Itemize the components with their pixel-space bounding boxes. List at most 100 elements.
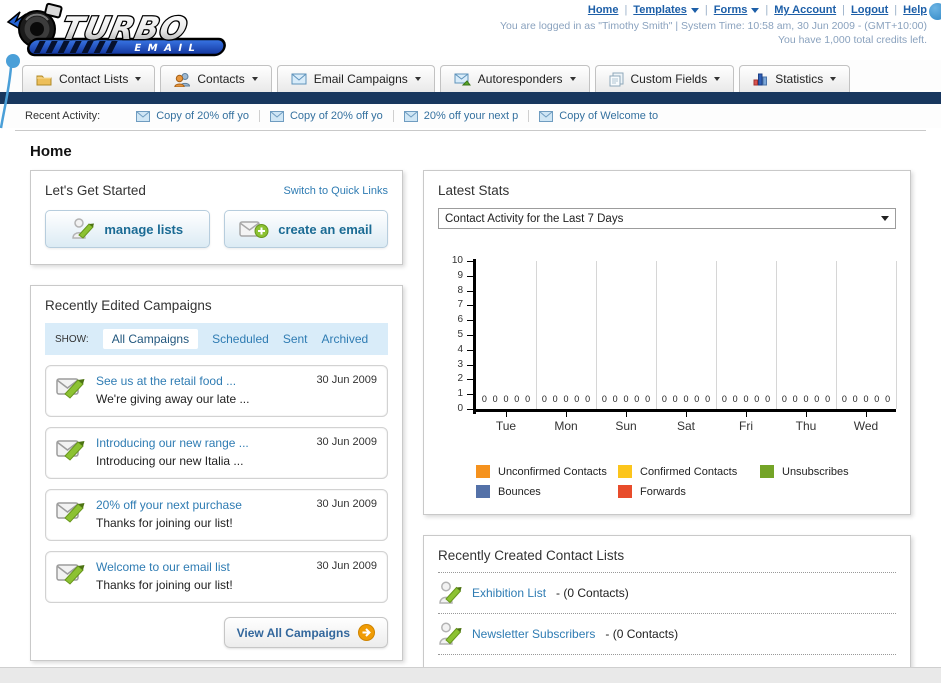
recent-activity-item[interactable]: 20% off your next p	[394, 110, 530, 122]
y-tick-label: 5	[457, 329, 463, 340]
top-nav: Home | Templates | Forms | My Account | Logo…	[500, 4, 927, 16]
nav-forms-link[interactable]: Forms	[714, 4, 760, 16]
contact-list-item[interactable]: Newsletter Subscribers - (0 Contacts)	[438, 614, 896, 655]
tab-label: Contacts	[197, 72, 245, 86]
corner-dot-decoration	[929, 3, 941, 20]
turbo-email-logo-art: EMAIL TURBO	[6, 2, 226, 57]
tab-email-campaigns[interactable]: Email Campaigns	[276, 65, 435, 92]
nav-help-link[interactable]: Help	[903, 4, 927, 16]
gridline	[716, 261, 717, 409]
y-tick-mark	[467, 349, 473, 351]
chevron-down-icon	[881, 216, 889, 221]
x-tick-label: Tue	[495, 419, 517, 433]
recent-activity-text: Copy of 20% off yo	[156, 110, 249, 122]
chevron-down-icon	[751, 7, 760, 13]
gridline	[776, 261, 777, 409]
x-tick-label: Sat	[676, 419, 695, 433]
tab-contacts[interactable]: Contacts	[160, 65, 272, 92]
campaign-date: 30 Jun 2009	[316, 498, 377, 510]
envelope-pencil-icon	[56, 440, 85, 461]
tab-custom-fields[interactable]: Custom Fields	[594, 65, 735, 92]
envelope-icon	[269, 110, 284, 122]
data-label: 0	[841, 394, 847, 404]
chevron-down-icon	[714, 77, 721, 81]
x-tick-label: Mon	[554, 419, 578, 433]
data-label: 0	[683, 394, 689, 404]
create-email-label: create an email	[278, 221, 373, 237]
y-axis-line	[473, 259, 476, 414]
chevron-down-icon	[569, 77, 576, 81]
recent-activity-item[interactable]: Copy of Welcome to	[529, 110, 668, 122]
envelope-icon	[539, 110, 554, 122]
data-label: 0	[672, 394, 678, 404]
manage-lists-button[interactable]: manage lists	[45, 210, 210, 248]
campaign-row[interactable]: Introducing our new range ... Introducing…	[45, 427, 388, 479]
nav-my-account-link[interactable]: My Account	[774, 4, 836, 16]
x-tick-label: Wed	[853, 419, 879, 433]
nav-templates-link[interactable]: Templates	[633, 4, 699, 16]
filter-sent[interactable]: Sent	[283, 332, 308, 346]
campaign-subtitle: Thanks for joining our list!	[96, 516, 233, 530]
contact-list-item[interactable]: Exhibition List - (0 Contacts)	[438, 573, 896, 614]
stats-period-select[interactable]: Contact Activity for the Last 7 Days	[438, 208, 896, 229]
y-tick-label: 10	[451, 255, 463, 266]
y-tick-mark	[467, 379, 473, 381]
manage-lists-label: manage lists	[104, 221, 184, 237]
contact-list-link[interactable]: Newsletter Subscribers	[472, 627, 595, 641]
filter-archived[interactable]: Archived	[322, 332, 369, 346]
create-email-button[interactable]: create an email	[223, 210, 388, 248]
x-tick-mark	[506, 412, 507, 417]
nav-separator: |	[894, 4, 898, 16]
nav-home-link[interactable]: Home	[588, 4, 619, 16]
x-tick-mark	[566, 412, 567, 417]
legend-item: Forwards	[618, 485, 754, 498]
switch-quick-links-link[interactable]: Switch to Quick Links	[283, 185, 388, 197]
envelope-icon	[291, 73, 307, 85]
legend-item: Bounces	[476, 485, 612, 498]
swoosh-decoration	[0, 54, 20, 129]
x-tick-label: Fri	[739, 419, 753, 433]
chevron-down-icon	[830, 77, 837, 81]
tab-autoresponders[interactable]: Autoresponders	[439, 65, 590, 92]
x-tick-label: Sun	[615, 419, 637, 433]
people-icon	[174, 72, 191, 87]
campaign-row[interactable]: 20% off your next purchase Thanks for joi…	[45, 489, 388, 541]
campaign-subtitle: Thanks for joining our list!	[96, 578, 233, 592]
campaign-date: 30 Jun 2009	[316, 374, 377, 386]
data-label: 0	[874, 394, 880, 404]
legend-swatch	[760, 465, 774, 478]
filter-all-campaigns[interactable]: All Campaigns	[102, 329, 199, 349]
tab-label: Autoresponders	[477, 72, 563, 86]
nav-separator: |	[765, 4, 769, 16]
pages-icon	[609, 72, 624, 86]
campaign-title-link[interactable]: Introducing our new range ...	[96, 436, 306, 450]
filter-scheduled[interactable]: Scheduled	[212, 332, 269, 346]
campaign-date: 30 Jun 2009	[316, 560, 377, 572]
recent-activity-item[interactable]: Copy of 20% off yo	[126, 110, 260, 122]
nav-separator: |	[842, 4, 846, 16]
campaign-title-link[interactable]: 20% off your next purchase	[96, 498, 306, 512]
gridline	[896, 261, 897, 409]
view-all-campaigns-button[interactable]: View All Campaigns	[223, 617, 388, 648]
data-label: 0	[885, 394, 891, 404]
view-all-campaigns-label: View All Campaigns	[236, 625, 350, 640]
recent-activity-bar: Recent Activity: Copy of 20% off yo Copy…	[0, 104, 941, 128]
recent-activity-item[interactable]: Copy of 20% off yo	[260, 110, 394, 122]
x-tick-mark	[866, 412, 867, 417]
recent-activity-text: Copy of 20% off yo	[289, 110, 383, 122]
data-label: 0	[552, 394, 558, 404]
x-tick-mark	[686, 412, 687, 417]
data-label: 0	[541, 394, 547, 404]
gridline	[836, 261, 837, 409]
nav-logout-link[interactable]: Logout	[851, 4, 888, 16]
campaign-row[interactable]: See us at the retail food ... We're givin…	[45, 365, 388, 417]
tab-contact-lists[interactable]: Contact Lists	[22, 65, 156, 92]
tab-statistics[interactable]: Statistics	[739, 65, 851, 92]
contact-list-link[interactable]: Exhibition List	[472, 586, 546, 600]
latest-stats-title: Latest Stats	[438, 183, 510, 198]
data-label-row: 00000	[836, 394, 896, 404]
campaign-row[interactable]: Welcome to our email list Thanks for join…	[45, 551, 388, 603]
campaign-title-link[interactable]: See us at the retail food ...	[96, 374, 306, 388]
campaign-title-link[interactable]: Welcome to our email list	[96, 560, 306, 574]
data-label: 0	[563, 394, 569, 404]
